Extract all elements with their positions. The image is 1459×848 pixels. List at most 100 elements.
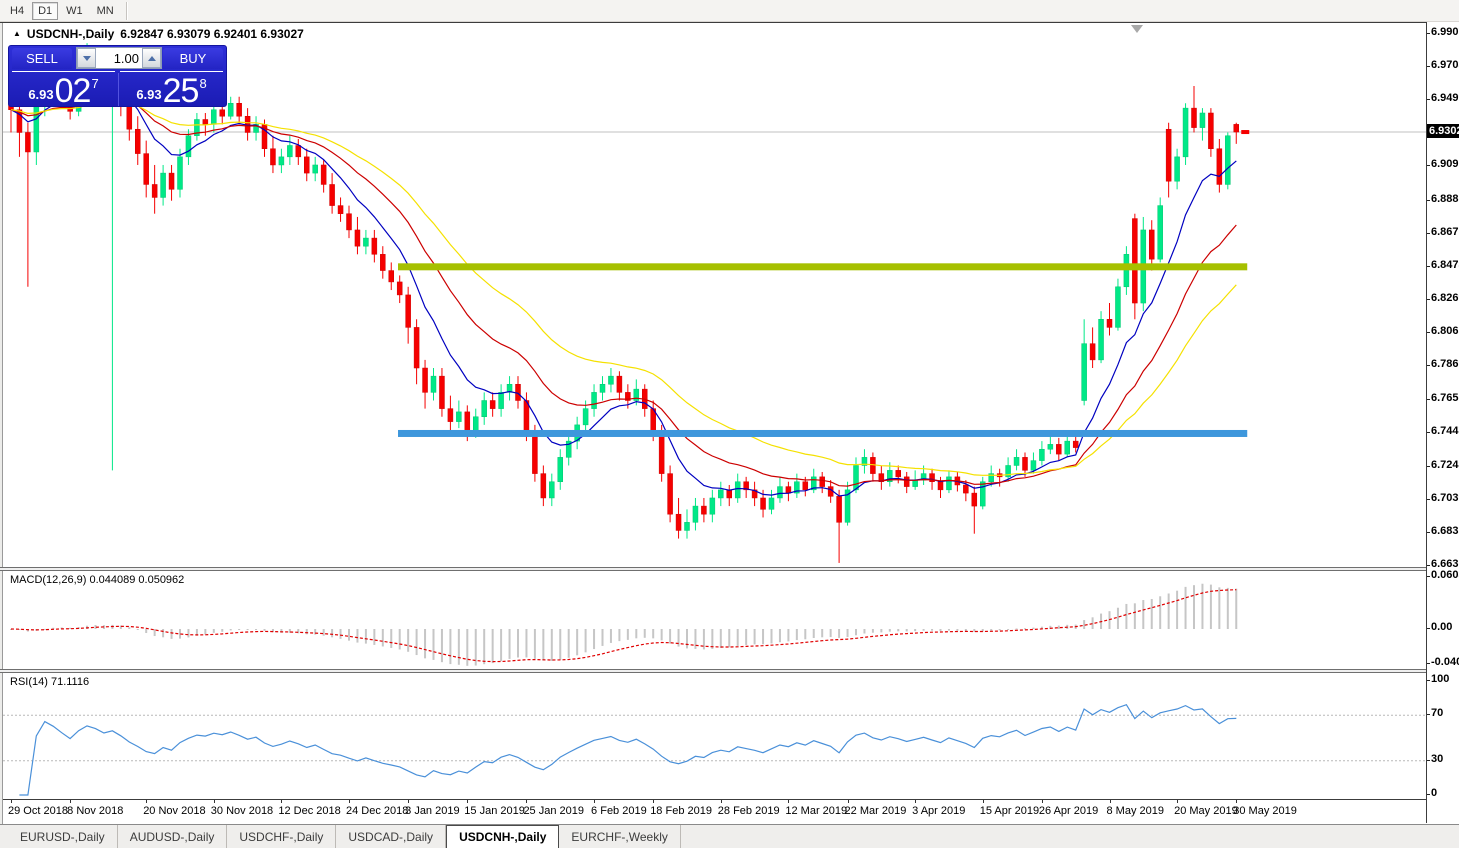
macd-tick-mark xyxy=(1427,662,1430,664)
price-tick-mark xyxy=(1427,199,1430,201)
rsi-tick-mark xyxy=(1427,680,1430,681)
rsi-tick-label: 30 xyxy=(1431,752,1444,765)
date-tick-label: 26 Apr 2019 xyxy=(1038,805,1099,817)
timeframe-button-mn[interactable]: MN xyxy=(91,2,120,20)
sell-button[interactable]: SELL xyxy=(12,48,72,69)
price-tick-mark xyxy=(1427,66,1430,68)
horizontal-level-line-1 xyxy=(398,429,1248,437)
rsi-tick-mark xyxy=(1427,759,1430,761)
price-tick-mark xyxy=(1427,32,1430,34)
price-tick-label: 6.78610 xyxy=(1431,358,1459,371)
date-tick-mark xyxy=(1109,800,1111,803)
date-tick-mark xyxy=(1041,800,1043,803)
price-tick-mark xyxy=(1427,531,1430,533)
price-tick-mark xyxy=(1427,165,1430,167)
sell-price-sup: 7 xyxy=(91,76,99,91)
current-price-badge: 6.93027 xyxy=(1427,124,1459,139)
price-tick-label: 6.94990 xyxy=(1431,92,1459,105)
toolbar-separator xyxy=(125,1,128,20)
date-axis[interactable]: 29 Oct 2018 8 Nov 2018 20 Nov 2018 30 Nov 2… xyxy=(3,799,1426,823)
date-tick-mark xyxy=(146,800,148,803)
date-tick-label: 12 Dec 2018 xyxy=(278,805,341,817)
price-tick-label: 6.70390 xyxy=(1431,491,1459,504)
date-tick-label: 25 Jan 2019 xyxy=(523,805,584,817)
sell-price-big: 02 xyxy=(54,72,92,107)
price-tick-mark xyxy=(1427,99,1430,101)
rsi-tick-label: 100 xyxy=(1431,673,1450,685)
date-tick-mark xyxy=(11,800,12,803)
date-tick-mark xyxy=(467,800,469,803)
ma-medium-line xyxy=(10,96,1237,487)
ma-slow-line xyxy=(10,100,1237,476)
date-tick-label: 30 Nov 2018 xyxy=(210,805,274,817)
date-tick-label: 29 Oct 2018 xyxy=(8,805,68,817)
candles-layer xyxy=(8,43,1239,563)
chart-title: ▲ USDCNH-,Daily 6.92847 6.93079 6.92401 … xyxy=(13,27,304,41)
price-tick-mark xyxy=(1427,265,1430,267)
date-tick-label: 28 Feb 2019 xyxy=(717,805,780,817)
price-tick-label: 6.90910 xyxy=(1431,158,1459,171)
chart-tab-usdcad-daily[interactable]: USDCAD-,Daily xyxy=(336,825,447,848)
sell-price-small: 6.93 xyxy=(28,87,54,102)
chart-tab-usdcnh-daily[interactable]: USDCNH-,Daily xyxy=(446,825,560,848)
price-tick-mark xyxy=(1427,465,1430,467)
date-tick-label: 15 Jan 2019 xyxy=(464,805,525,817)
one-click-trade-panel: SELL BUY 6.93 02 7 6.93 25 8 xyxy=(8,45,227,107)
chart-symbol-label: USDCNH-,Daily xyxy=(26,27,115,41)
price-tick-label: 6.82690 xyxy=(1431,291,1459,304)
date-tick-mark xyxy=(653,800,655,803)
rsi-tick-label: 70 xyxy=(1431,707,1444,720)
date-tick-label: 3 Apr 2019 xyxy=(912,805,966,817)
chart-tab-usdchf-daily[interactable]: USDCHF-,Daily xyxy=(227,825,337,848)
date-tick-mark xyxy=(526,800,528,803)
volume-stepper xyxy=(76,47,162,69)
date-tick-label: 24 Dec 2018 xyxy=(346,805,409,817)
timeframe-toolbar: H4 D1 W1 MN xyxy=(0,0,1459,22)
scroll-end-marker-icon[interactable] xyxy=(1131,25,1143,33)
chart-tab-eurchf-weekly[interactable]: EURCHF-,Weekly xyxy=(559,825,681,848)
buy-price-big: 25 xyxy=(162,72,200,107)
buy-button[interactable]: BUY xyxy=(163,48,223,69)
macd-indicator-pane[interactable]: MACD(12,26,9) 0.044089 0.050962 xyxy=(3,571,1426,669)
price-axis[interactable]: 6.99070 6.97030 6.94990 6.90910 6.88810 6.867… xyxy=(1426,22,1459,823)
timeframe-button-w1[interactable]: W1 xyxy=(60,2,89,20)
price-tick-label: 6.76510 xyxy=(1431,392,1459,405)
macd-chart[interactable] xyxy=(3,571,1426,669)
rsi-indicator-pane[interactable]: RSI(14) 71.1116 xyxy=(3,673,1426,799)
volume-increase-button[interactable] xyxy=(142,48,161,68)
chart-window: ▲ USDCNH-,Daily 6.92847 6.93079 6.92401 … xyxy=(0,22,1459,824)
macd-tick-label: 0.00 xyxy=(1431,621,1453,633)
date-tick-mark xyxy=(408,800,410,803)
macd-tick-mark xyxy=(1427,576,1430,578)
date-tick-mark xyxy=(788,800,790,803)
timeframe-button-h4[interactable]: H4 xyxy=(4,2,30,20)
price-tick-label: 6.74470 xyxy=(1431,425,1459,438)
timeframe-button-d1[interactable]: D1 xyxy=(32,1,59,20)
sell-price[interactable]: 6.93 02 7 xyxy=(9,72,118,107)
volume-down-icon xyxy=(82,55,91,61)
price-tick-label: 6.80650 xyxy=(1431,325,1459,338)
chart-tab-audusd-daily[interactable]: AUDUSD-,Daily xyxy=(118,825,228,848)
price-tick-mark xyxy=(1427,565,1430,567)
macd-tick-label: -0.04041 xyxy=(1431,655,1459,668)
date-tick-mark xyxy=(982,800,984,803)
rsi-chart[interactable] xyxy=(3,673,1426,799)
date-tick-label: 6 Feb 2019 xyxy=(591,805,647,817)
macd-signal-line xyxy=(10,589,1237,663)
date-tick-label: 30 May 2019 xyxy=(1233,805,1297,817)
chart-tab-eurusd-daily[interactable]: EURUSD-,Daily xyxy=(8,825,118,848)
date-tick-label: 12 Mar 2019 xyxy=(785,805,848,817)
price-tick-mark xyxy=(1427,365,1430,367)
collapse-icon[interactable]: ▲ xyxy=(13,30,21,38)
date-tick-mark xyxy=(281,800,283,803)
horizontal-level-line-0 xyxy=(398,263,1248,271)
price-tick-label: 6.86770 xyxy=(1431,225,1459,238)
candlestick-chart-pane[interactable]: ▲ USDCNH-,Daily 6.92847 6.93079 6.92401 … xyxy=(3,23,1426,567)
buy-price[interactable]: 6.93 25 8 xyxy=(117,72,226,107)
volume-decrease-button[interactable] xyxy=(77,48,96,68)
date-tick-mark xyxy=(594,800,596,803)
volume-input[interactable] xyxy=(96,48,142,68)
price-tick-mark xyxy=(1427,332,1430,334)
date-tick-mark xyxy=(213,800,215,803)
date-tick-label: 22 Mar 2019 xyxy=(844,805,907,817)
